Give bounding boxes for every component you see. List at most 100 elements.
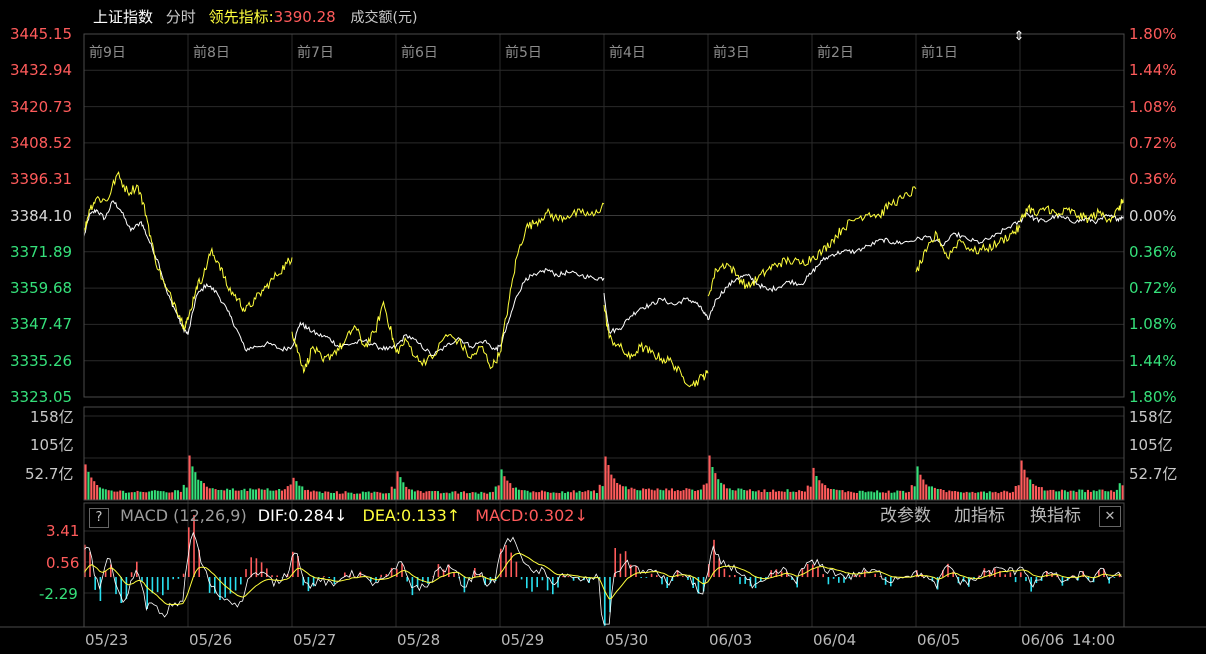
macd-name[interactable]: MACD (12,26,9) xyxy=(120,506,247,525)
macd-bar xyxy=(656,575,658,577)
volume-bar xyxy=(668,490,671,500)
volume-bar xyxy=(1046,490,1049,500)
volume-bar xyxy=(93,481,96,500)
date-label: 05/27 xyxy=(293,631,337,649)
volume-bar xyxy=(488,492,491,500)
volume-bar xyxy=(945,492,948,500)
macd-bar xyxy=(396,568,398,577)
volume-bar xyxy=(445,492,448,500)
macd-bar xyxy=(250,557,252,578)
day-label: 前8日 xyxy=(193,45,230,61)
lead-indicator-line xyxy=(1019,197,1125,224)
volume-bar xyxy=(1032,484,1035,500)
volume-bar xyxy=(928,486,931,500)
volume-bar xyxy=(396,471,399,500)
macd-bar xyxy=(645,577,648,578)
macd-bar xyxy=(567,576,570,578)
volume-bar xyxy=(956,491,959,500)
volume-bar xyxy=(959,492,962,500)
volume-bar xyxy=(436,491,439,500)
volume-bar xyxy=(1008,492,1011,500)
volume-bar xyxy=(1060,489,1063,500)
volume-bar xyxy=(769,491,772,500)
volume-bar xyxy=(725,488,728,500)
intraday-chart[interactable]: ⇕ xyxy=(0,0,1206,654)
volume-bar xyxy=(1037,487,1040,500)
volume-bar xyxy=(884,492,887,500)
volume-bar xyxy=(127,492,130,500)
macd-dea: DEA:0.133↑ xyxy=(362,506,461,525)
volume-bar xyxy=(133,492,136,500)
volume-bar xyxy=(1000,491,1003,500)
volume-bar xyxy=(772,489,775,500)
lead-indicator-line xyxy=(707,256,813,297)
volume-bar xyxy=(751,491,754,500)
volume-bar xyxy=(457,493,460,500)
volume-bar xyxy=(650,489,653,500)
macd-bar xyxy=(827,577,830,585)
volume-bar xyxy=(483,492,486,500)
macd-bar xyxy=(526,577,528,589)
volume-bar xyxy=(832,489,835,500)
macd-bar xyxy=(531,577,533,592)
volume-bar xyxy=(503,476,506,500)
price-axis-label: 3396.31 xyxy=(10,170,73,189)
volume-bar xyxy=(1078,489,1081,500)
volume-bar xyxy=(353,493,356,500)
macd-bar xyxy=(1025,577,1027,582)
macd-bar xyxy=(994,568,996,577)
macd-bar xyxy=(427,577,429,584)
volume-bar xyxy=(442,492,445,500)
volume-bar xyxy=(757,490,760,500)
drag-handle-icon[interactable]: ⇕ xyxy=(1014,29,1025,44)
add-indicator-button[interactable]: 加指标 xyxy=(954,506,1005,526)
volume-bar xyxy=(223,490,226,500)
volume-bar xyxy=(370,492,373,500)
volume-bar xyxy=(500,469,503,500)
volume-bar xyxy=(278,489,281,500)
volume-bar xyxy=(119,490,122,500)
volume-bar xyxy=(211,488,214,500)
price-axis-label: 3347.47 xyxy=(10,315,73,334)
macd-bar xyxy=(463,577,466,593)
volume-bar xyxy=(234,490,237,500)
macd-bar xyxy=(832,577,835,579)
help-button[interactable]: ? xyxy=(89,508,109,528)
volume-bar xyxy=(748,489,751,500)
volume-bar xyxy=(159,491,162,500)
volume-bar xyxy=(922,479,925,500)
volume-bar xyxy=(728,488,731,500)
volume-bar xyxy=(561,491,564,500)
macd-bar xyxy=(162,577,164,596)
close-icon[interactable]: ✕ xyxy=(1099,506,1121,527)
volume-bar xyxy=(985,492,988,500)
percent-axis-label: 1.08% xyxy=(1129,97,1177,116)
volume-bar xyxy=(679,490,682,500)
volume-bar xyxy=(506,480,509,500)
volume-bar xyxy=(416,490,419,500)
volume-bar xyxy=(604,456,607,500)
macd-bar xyxy=(838,577,840,583)
switch-indicator-button[interactable]: 换指标 xyxy=(1030,506,1081,526)
volume-bar xyxy=(286,486,289,500)
volume-bar xyxy=(431,491,434,500)
macd-bar xyxy=(146,577,148,609)
volume-bar xyxy=(532,491,535,500)
volume-bar xyxy=(942,490,945,500)
macd-bar xyxy=(276,575,278,577)
volume-bar xyxy=(633,488,636,500)
volume-bar xyxy=(812,467,815,500)
volume-bar xyxy=(419,491,422,500)
change-params-button[interactable]: 改参数 xyxy=(880,506,931,526)
volume-bar xyxy=(939,489,942,500)
volume-bar xyxy=(428,491,431,500)
volume-bar xyxy=(1034,485,1037,500)
day-label: 前9日 xyxy=(89,45,126,61)
volume-bar xyxy=(408,489,411,500)
volume-bar xyxy=(1069,490,1072,500)
volume-bar xyxy=(930,486,933,500)
volume-bar xyxy=(575,492,578,500)
volume-bar xyxy=(722,484,725,500)
macd-bar xyxy=(853,575,856,577)
macd-bar xyxy=(380,574,382,577)
